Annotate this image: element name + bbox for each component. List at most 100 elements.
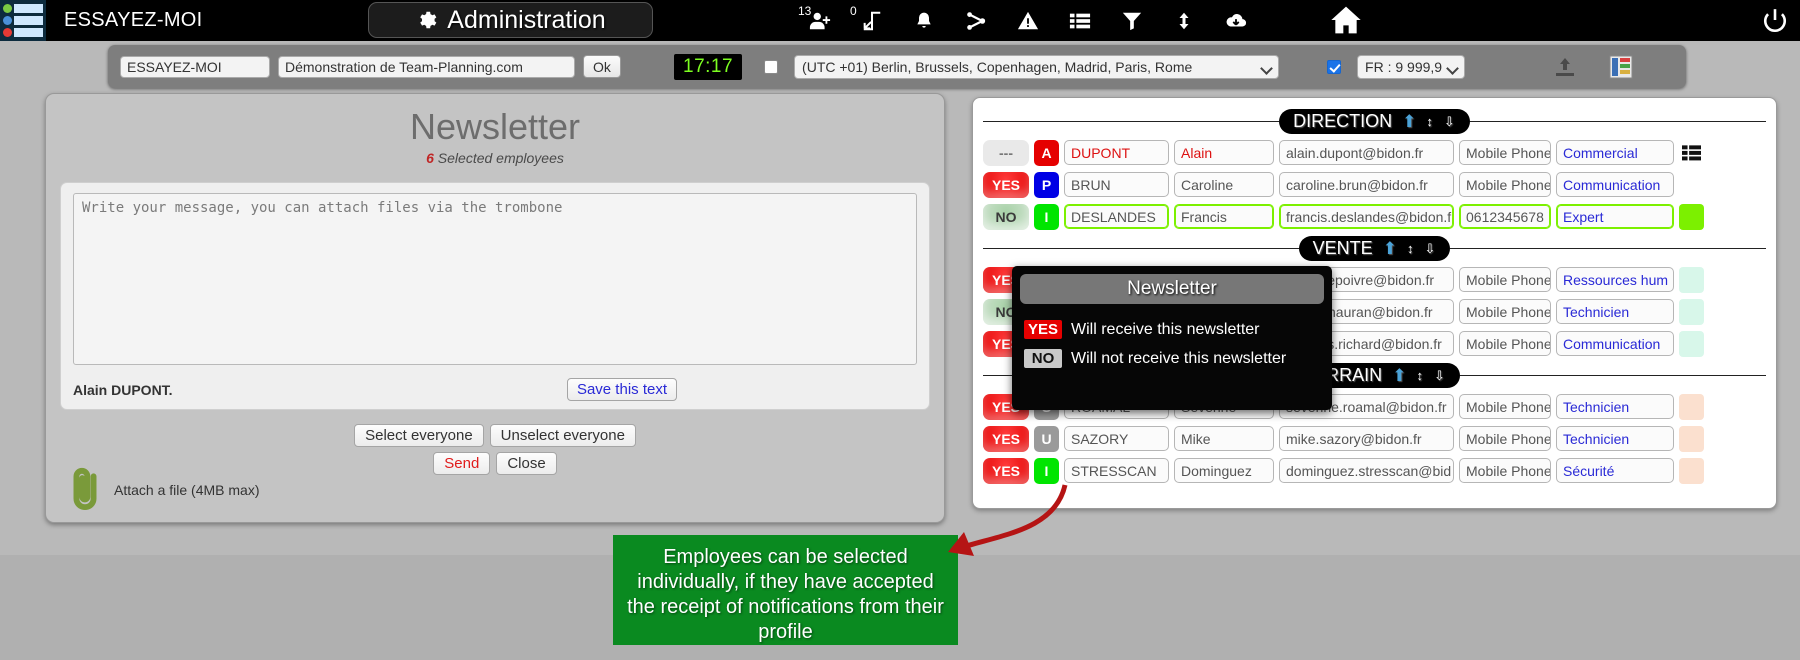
warning-icon[interactable] [1013,7,1043,35]
chevron-double-down-icon[interactable]: ⇩ [1444,114,1456,130]
job-title-field[interactable]: Technicien [1556,394,1674,419]
share-icon[interactable] [961,7,991,35]
timezone-select[interactable]: (UTC +01) Berlin, Brussels, Copenhagen, … [794,54,1280,79]
job-title-field[interactable]: Technicien [1556,299,1674,324]
timezone-checkbox[interactable] [764,59,779,74]
home-icon[interactable] [1329,4,1363,36]
job-title-field[interactable]: Communication [1556,172,1674,197]
collapse-icon[interactable]: ↕ [1426,114,1434,129]
color-swatch[interactable] [1679,457,1704,484]
add-user-icon[interactable]: 13 [798,4,835,35]
signature-text: Alain DUPONT. [73,381,173,398]
employee-initial-badge[interactable]: I [1034,203,1059,230]
employee-initial-badge[interactable]: A [1034,139,1059,166]
employee-initial-badge[interactable]: U [1034,425,1059,452]
newsletter-toggle[interactable]: NO [983,203,1029,230]
arrow-up-icon[interactable]: ⬆ [1402,112,1416,132]
newsletter-toggle[interactable]: --- [983,139,1029,166]
email-field[interactable]: dominguez.stresscan@bid [1279,458,1454,483]
close-button[interactable]: Close [496,452,557,475]
last-name-field[interactable]: DUPONT [1064,140,1169,165]
app-logo[interactable] [0,0,46,41]
phone-field[interactable]: Mobile Phone [1459,267,1551,292]
job-title-field[interactable]: Sécurité [1556,458,1674,483]
last-name-field[interactable]: SAZORY [1064,426,1169,451]
email-field[interactable]: francis.deslandes@bidon.f [1279,204,1454,229]
bell-icon[interactable] [909,7,939,35]
job-title-field[interactable]: Ressources hum [1556,267,1674,292]
first-name-field[interactable]: Francis [1174,204,1274,229]
first-name-field[interactable]: Mike [1174,426,1274,451]
select-everyone-button[interactable]: Select everyone [354,424,484,447]
last-name-field[interactable]: DESLANDES [1064,204,1169,229]
phone-field[interactable]: Mobile Phone [1459,299,1551,324]
attach-file-area[interactable]: Attach a file (4MB max) [64,466,274,514]
tooltip-yes-tag: YES [1024,320,1062,339]
last-name-field[interactable]: BRUN [1064,172,1169,197]
phone-field[interactable]: Mobile Phone [1459,394,1551,419]
company-name-input[interactable] [120,55,270,78]
number-format-checkbox[interactable] [1327,59,1342,74]
newsletter-toggle[interactable]: YES [983,171,1029,198]
color-swatch[interactable] [1679,298,1704,325]
collapse-icon[interactable]: ↕ [1407,241,1415,256]
first-name-field[interactable]: Caroline [1174,172,1274,197]
paperclip-icon[interactable] [64,466,106,514]
email-field[interactable]: mike.sazory@bidon.fr [1279,426,1454,451]
send-button[interactable]: Send [433,452,491,475]
phone-field[interactable]: Mobile Phone [1459,172,1551,197]
number-format-select[interactable]: FR : 9 999,99 [1357,54,1466,79]
save-text-button[interactable]: Save this text [566,378,677,401]
group-name: VENTE [1312,238,1373,258]
color-swatch[interactable] [1679,425,1704,452]
newsletter-title: Newsletter [409,106,581,147]
job-title-field[interactable]: Commercial [1556,140,1674,165]
group-pill[interactable]: DIRECTION ⬆ ↕ ⇩ [1279,109,1470,134]
callout-arrow-icon [948,484,1068,556]
phone-field[interactable]: 0612345678 [1459,204,1551,229]
selected-text: Selected employees [437,150,564,166]
color-swatch[interactable] [1679,172,1704,198]
filter-icon[interactable] [1117,7,1147,35]
last-name-field[interactable]: STRESSCAN [1064,458,1169,483]
color-swatch[interactable] [1679,266,1704,293]
phone-field[interactable]: Mobile Phone [1459,331,1551,356]
group-pill[interactable]: VENTE ⬆ ↕ ⇩ [1298,236,1451,261]
top-icon-group: 13 0 [798,0,1251,41]
upload-icon[interactable] [1552,55,1578,79]
secondary-toolbar: Ok 17:17 (UTC +01) Berlin, Brussels, Cop… [108,45,1686,88]
swap-arrows-icon[interactable]: 0 [850,4,887,35]
job-title-field[interactable]: Expert [1556,204,1674,229]
arrow-up-icon[interactable]: ⬆ [1392,366,1406,386]
collapse-icon[interactable]: ↕ [1416,368,1424,383]
power-icon[interactable] [1762,7,1788,33]
newsletter-toggle[interactable]: YES [983,425,1029,452]
arrow-up-icon[interactable]: ⬆ [1383,239,1397,259]
cloud-download-icon[interactable] [1221,7,1251,35]
grid-layout-icon[interactable] [1608,55,1634,79]
message-textarea[interactable] [73,193,917,365]
row-menu-icon[interactable] [1679,140,1704,166]
description-input[interactable] [278,55,575,78]
first-name-field[interactable]: Alain [1174,140,1274,165]
phone-field[interactable]: Mobile Phone [1459,140,1551,165]
phone-field[interactable]: Mobile Phone [1459,458,1551,483]
tooltip-yes-line: YES Will receive this newsletter [1020,320,1324,339]
email-field[interactable]: alain.dupont@bidon.fr [1279,140,1454,165]
color-swatch[interactable] [1679,393,1704,420]
job-title-field[interactable]: Technicien [1556,426,1674,451]
employee-initial-badge[interactable]: P [1034,171,1059,198]
job-title-field[interactable]: Communication [1556,331,1674,356]
chevron-double-down-icon[interactable]: ⇩ [1424,241,1436,257]
email-field[interactable]: caroline.brun@bidon.fr [1279,172,1454,197]
chevron-double-down-icon[interactable]: ⇩ [1434,368,1446,384]
color-swatch[interactable] [1679,330,1704,357]
sort-updown-icon[interactable] [1169,7,1199,35]
unselect-everyone-button[interactable]: Unselect everyone [489,424,636,447]
ok-button[interactable]: Ok [583,55,621,78]
tooltip-no-line: NO Will not receive this newsletter [1020,349,1324,368]
phone-field[interactable]: Mobile Phone [1459,426,1551,451]
first-name-field[interactable]: Dominguez [1174,458,1274,483]
color-swatch[interactable] [1679,203,1704,230]
list-icon[interactable] [1065,7,1095,35]
